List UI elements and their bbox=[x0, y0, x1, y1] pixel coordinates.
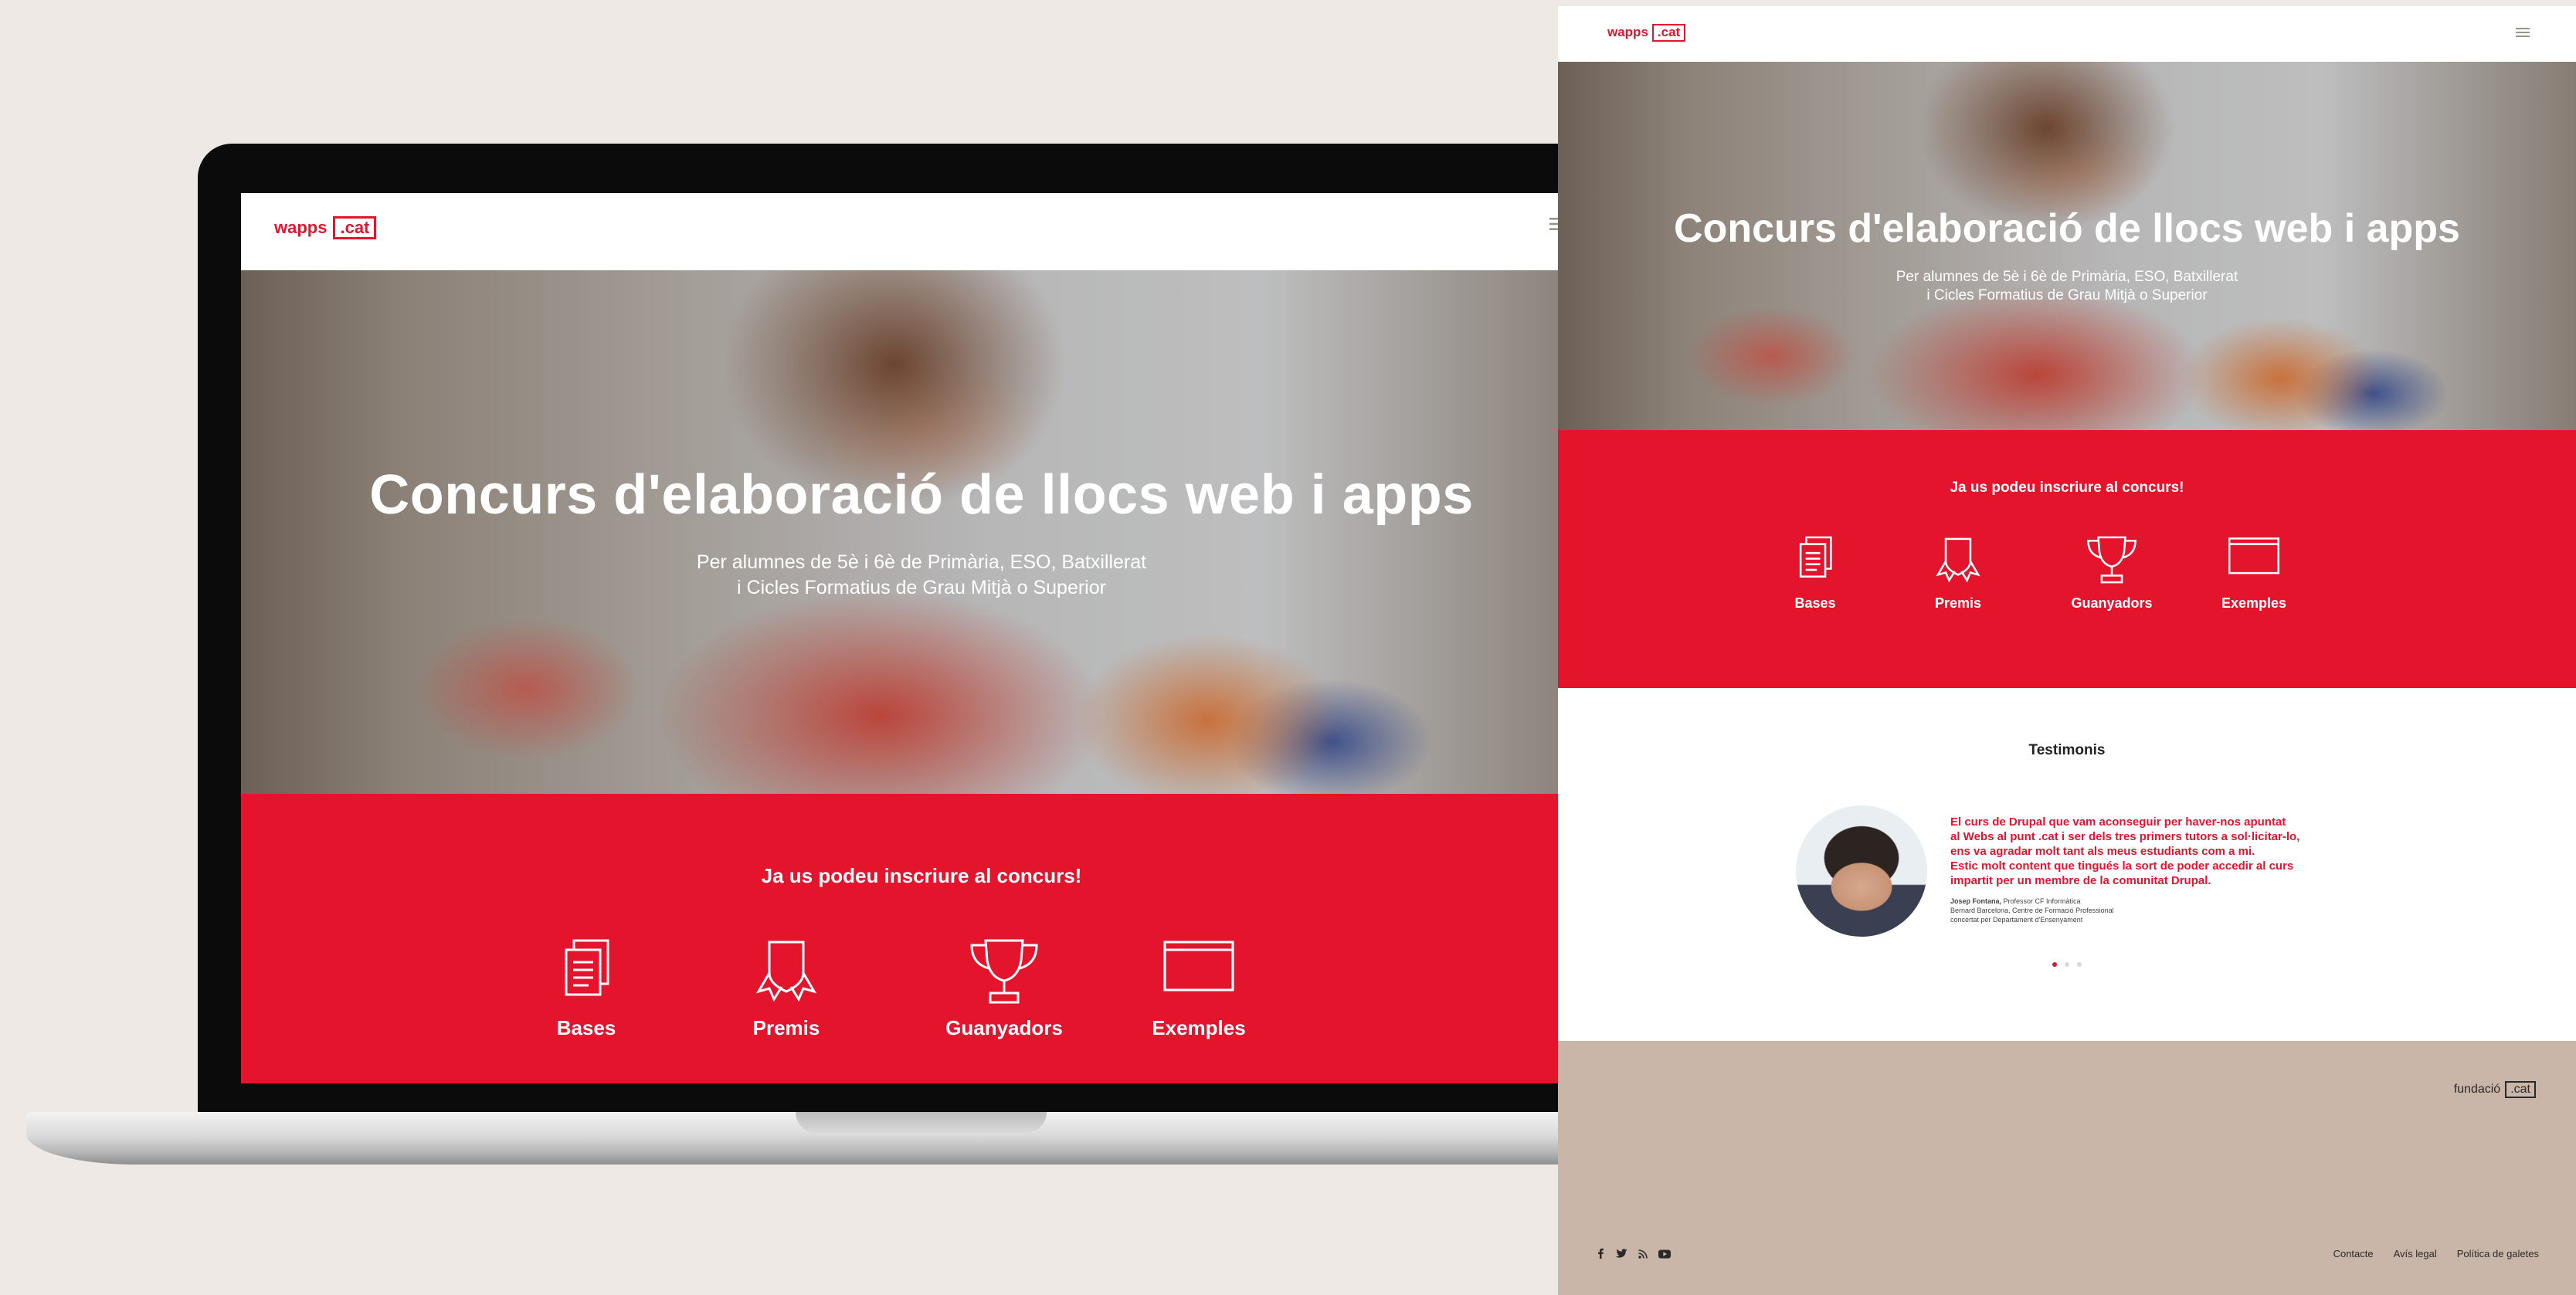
quote-line-4: Estic molt content que tingués la sort d… bbox=[1950, 859, 2294, 873]
hero-image: Concurs d'elaboració de llocs web i apps… bbox=[241, 270, 1602, 794]
twitter-icon[interactable] bbox=[1615, 1248, 1627, 1263]
m-nav-bases[interactable]: Bases bbox=[1773, 535, 1858, 612]
nav-guanyadors[interactable]: Guanyadors bbox=[927, 937, 1081, 1040]
footer-link-politica-galetes[interactable]: Política de galetes bbox=[2457, 1248, 2539, 1259]
trophy-icon bbox=[970, 939, 1038, 1004]
m-site-header: wapps .cat bbox=[1558, 6, 2576, 62]
carousel-dot-1[interactable] bbox=[2052, 962, 2057, 967]
m-document-icon bbox=[1799, 536, 1832, 578]
m-hero-subtitle-line1: Per alumnes de 5è i 6è de Primària, ESO,… bbox=[1896, 269, 2238, 285]
hero-subtitle-line2: i Cicles Formatius de Grau Mitjà o Super… bbox=[737, 577, 1106, 598]
avatar bbox=[1796, 805, 1927, 937]
logo-box: .cat bbox=[333, 216, 377, 240]
m-signup-heading: Ja us podeu inscriure al concurs! bbox=[1950, 480, 2184, 496]
nav-guanyadors-label: Guanyadors bbox=[945, 1016, 1063, 1039]
quote-line-3: ens va agradar molt tant als meus estudi… bbox=[1950, 845, 2255, 858]
browser-window-icon bbox=[1163, 941, 1234, 992]
laptop-screen: wapps .cat Concurs d'elaboració de llocs… bbox=[241, 193, 1602, 1083]
carousel-dot-3[interactable] bbox=[2077, 962, 2082, 967]
m-site-logo[interactable]: wapps .cat bbox=[1607, 24, 1686, 42]
site-logo[interactable]: wapps .cat bbox=[274, 216, 377, 240]
footer-links: Contacte Avís legal Política de galetes bbox=[2333, 1248, 2539, 1259]
signup-heading: Ja us podeu inscriure al concurs! bbox=[761, 864, 1082, 887]
signup-band: Ja us podeu inscriure al concurs! Bases … bbox=[241, 794, 1602, 1083]
m-trophy-icon bbox=[2087, 536, 2136, 584]
fundacio-box: .cat bbox=[2505, 1081, 2536, 1098]
m-hero-subtitle-line2: i Cicles Formatius de Grau Mitjà o Super… bbox=[1926, 287, 2208, 303]
m-nav-exemples-label: Exemples bbox=[2221, 595, 2287, 611]
author-name: Josep Fontana, bbox=[1950, 897, 2002, 905]
nav-exemples-label: Exemples bbox=[1152, 1016, 1246, 1039]
quote-line-1: El curs de Drupal que vam aconseguir per… bbox=[1950, 815, 2286, 829]
fundacio-logo[interactable]: fundació .cat bbox=[2454, 1081, 2536, 1098]
m-signup-band: Ja us podeu inscriure al concurs! Bases … bbox=[1558, 430, 2576, 688]
testimonial-author: Josep Fontana, Professor CF Informàtica … bbox=[1950, 897, 2114, 924]
footer-link-contacte[interactable]: Contacte bbox=[2333, 1248, 2374, 1259]
hero-title: Concurs d'elaboració de llocs web i apps bbox=[369, 464, 1474, 526]
m-nav-premis[interactable]: Premis bbox=[1916, 535, 2001, 612]
m-badge-icon bbox=[1936, 537, 1980, 583]
site-footer: fundació .cat Contacte Avís legal Políti… bbox=[1558, 1041, 2576, 1295]
badge-icon bbox=[755, 941, 817, 1002]
laptop-notch bbox=[796, 1112, 1047, 1133]
quote-line-2: al Webs al punt .cat i ser dels tres pri… bbox=[1950, 830, 2300, 843]
m-logo-box: .cat bbox=[1651, 24, 1686, 42]
m-hero-title: Concurs d'elaboració de llocs web i apps bbox=[1674, 206, 2460, 251]
quote-line-5: impartit per un membre de la comunitat D… bbox=[1950, 874, 2211, 887]
testimonials-heading: Testimonis bbox=[2028, 742, 2106, 758]
youtube-icon[interactable] bbox=[1658, 1249, 1671, 1263]
social-links bbox=[1597, 1248, 1671, 1263]
logo-text: wapps bbox=[274, 218, 328, 238]
document-icon bbox=[565, 939, 609, 996]
fundacio-text: fundació bbox=[2453, 1082, 2501, 1096]
m-hamburger-icon[interactable] bbox=[2516, 26, 2530, 42]
m-browser-window-icon bbox=[2228, 537, 2280, 575]
nav-bases-label: Bases bbox=[556, 1016, 616, 1039]
carousel-dots bbox=[1558, 962, 2576, 967]
rss-icon[interactable] bbox=[1638, 1249, 1648, 1263]
author-role: Professor CF Informàtica bbox=[2001, 897, 2081, 905]
author-line-2: Bernard Barcelona, Centre de Formació Pr… bbox=[1950, 907, 2114, 914]
m-nav-premis-label: Premis bbox=[1934, 595, 1982, 611]
nav-premis[interactable]: Premis bbox=[725, 937, 848, 1040]
hero-subtitle-line1: Per alumnes de 5è i 6è de Primària, ESO,… bbox=[696, 551, 1147, 573]
testimonial-quote: El curs de Drupal que vam aconseguir per… bbox=[1950, 815, 2299, 888]
nav-bases[interactable]: Bases bbox=[524, 937, 648, 1040]
full-page-preview: wapps .cat Concurs d'elaboració de llocs… bbox=[1558, 0, 2576, 1295]
m-nav-exemples[interactable]: Exemples bbox=[2204, 535, 2304, 612]
m-logo-text: wapps bbox=[1607, 25, 1648, 40]
carousel-dot-2[interactable] bbox=[2065, 962, 2069, 967]
m-nav-guanyadors-label: Guanyadors bbox=[2071, 595, 2153, 611]
site-header: wapps .cat bbox=[241, 193, 1602, 270]
footer-link-avis-legal[interactable]: Avís legal bbox=[2394, 1248, 2437, 1259]
nav-premis-label: Premis bbox=[752, 1016, 820, 1039]
author-line-3: concertat per Departament d'Ensenyament bbox=[1950, 916, 2083, 924]
m-nav-guanyadors[interactable]: Guanyadors bbox=[2054, 535, 2170, 612]
nav-exemples[interactable]: Exemples bbox=[1129, 937, 1268, 1040]
testimonials-section: Testimonis El curs de Drupal que vam aco… bbox=[1558, 688, 2576, 1041]
m-hero-image: Concurs d'elaboració de llocs web i apps… bbox=[1558, 62, 2576, 430]
m-nav-bases-label: Bases bbox=[1794, 595, 1836, 611]
facebook-icon[interactable] bbox=[1597, 1248, 1604, 1263]
